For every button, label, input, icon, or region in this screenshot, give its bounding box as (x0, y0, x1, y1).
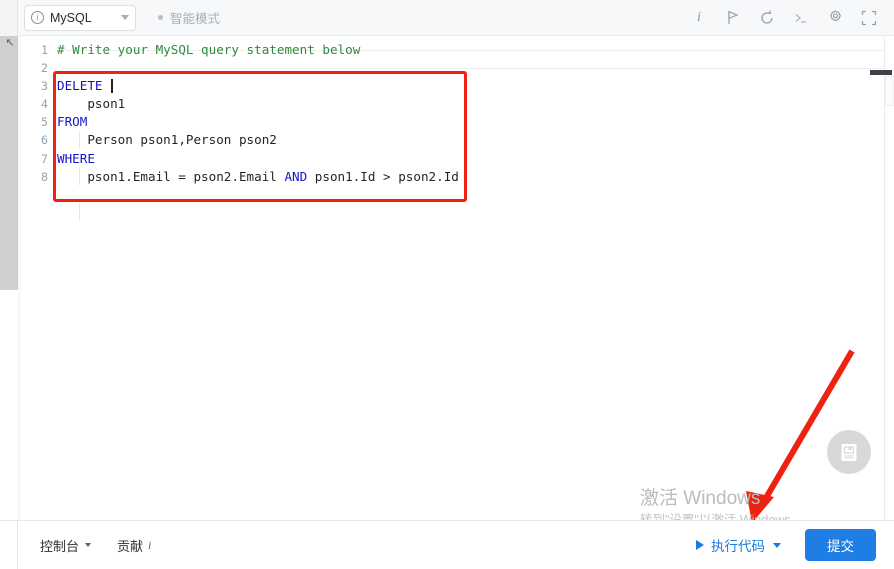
code-line[interactable]: 7WHERE (21, 150, 884, 168)
info-icon: i (148, 538, 151, 553)
line-number: 5 (21, 113, 57, 131)
code-line[interactable]: 5FROM (21, 113, 884, 131)
scrollbar-marker[interactable] (870, 70, 892, 75)
code-text: FROM (57, 113, 87, 131)
editor-right-edge (884, 36, 885, 520)
save-note-button[interactable] (827, 430, 871, 474)
line-number: 6 (21, 131, 57, 149)
chevron-down-icon (773, 543, 781, 548)
code-line[interactable]: 8 pson1.Email = pson2.Email AND pson1.Id… (21, 168, 884, 186)
line-number: 3 (21, 77, 57, 95)
run-code-label: 执行代码 (711, 535, 765, 555)
chevron-down-icon (85, 543, 91, 547)
toolbar-icon-group: i (682, 3, 894, 33)
code-text: Person pson1,Person pson2 (57, 131, 277, 149)
code-text: WHERE (57, 150, 95, 168)
indent-guide (79, 203, 80, 221)
smart-mode-toggle[interactable]: 智能模式 (158, 8, 220, 27)
line-number: 1 (21, 41, 57, 59)
smart-mode-label: 智能模式 (170, 8, 220, 27)
left-rail-top (0, 0, 18, 36)
info-circle-icon: i (31, 11, 44, 24)
bottom-bar-left: 控制台 贡献 i (40, 536, 151, 555)
language-selector[interactable]: i MySQL (24, 5, 136, 31)
console-menu[interactable]: 控制台 (40, 536, 91, 555)
code-line[interactable]: 4 pson1 (21, 95, 884, 113)
fullscreen-icon[interactable] (852, 3, 886, 33)
code-line[interactable]: 1# Write your MySQL query statement belo… (21, 41, 884, 59)
editor-toolbar: i MySQL 智能模式 i (18, 0, 894, 36)
code-editor[interactable]: 1# Write your MySQL query statement belo… (21, 36, 884, 520)
reset-icon[interactable] (750, 3, 784, 33)
code-text: pson1.Email = pson2.Email AND pson1.Id >… (57, 168, 459, 186)
left-rail-bottom (0, 290, 18, 520)
code-text: pson1 (57, 95, 125, 113)
left-bottom-panel (0, 520, 18, 569)
console-label: 控制台 (40, 536, 79, 555)
line-number: 2 (21, 59, 57, 77)
language-label: MySQL (50, 11, 121, 25)
code-text: # Write your MySQL query statement below (57, 41, 360, 59)
contribute-label: 贡献 (117, 536, 143, 555)
scrollbar-track[interactable] (885, 76, 894, 106)
code-line[interactable]: 6 Person pson1,Person pson2 (21, 131, 884, 149)
chevron-down-icon (121, 15, 129, 20)
contribute-menu[interactable]: 贡献 i (117, 536, 151, 555)
code-line[interactable]: 3DELETE (21, 77, 884, 95)
line-number: 4 (21, 95, 57, 113)
info-icon[interactable]: i (682, 3, 716, 33)
notebook-icon (839, 442, 859, 463)
code-line[interactable]: 2 (21, 59, 884, 77)
code-text: DELETE (57, 77, 113, 95)
console-icon[interactable] (784, 3, 818, 33)
line-number: 7 (21, 150, 57, 168)
line-number: 8 (21, 168, 57, 186)
bottom-bar-right: 执行代码 提交 (686, 529, 894, 561)
code-lines[interactable]: 1# Write your MySQL query statement belo… (21, 41, 884, 186)
gear-icon[interactable] (818, 3, 852, 33)
leetcode-editor-page: ↖ i MySQL 智能模式 i (0, 0, 894, 569)
bottom-bar: 控制台 贡献 i 执行代码 提交 (18, 520, 894, 569)
submit-button[interactable]: 提交 (805, 529, 876, 561)
run-code-button[interactable]: 执行代码 (686, 530, 791, 560)
mode-status-dot-icon (158, 15, 163, 20)
play-icon (696, 540, 704, 550)
text-caret (111, 79, 113, 93)
flag-icon[interactable] (716, 3, 750, 33)
collapse-arrow-icon[interactable]: ↖ (2, 36, 18, 50)
